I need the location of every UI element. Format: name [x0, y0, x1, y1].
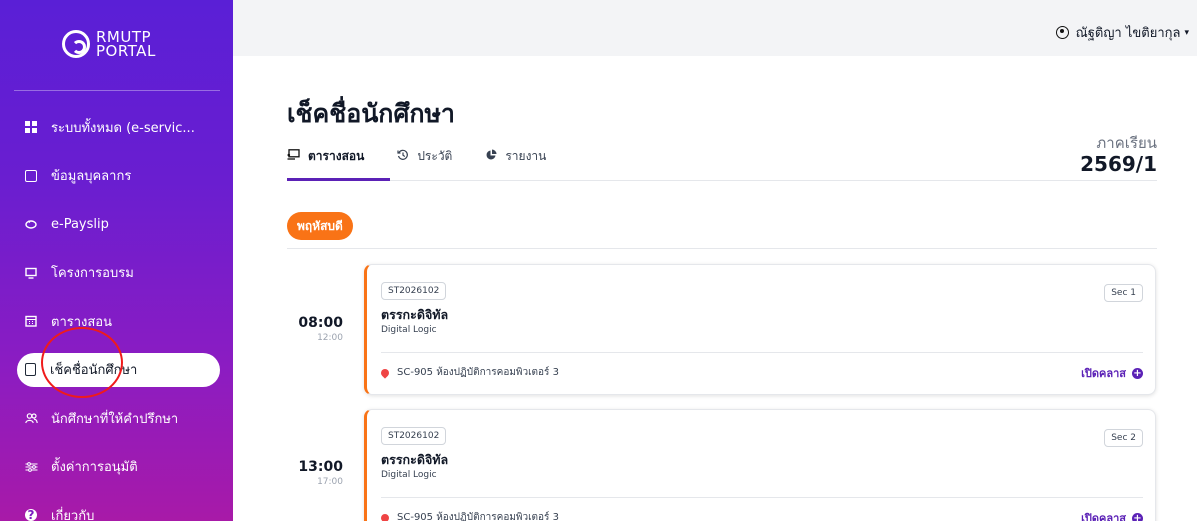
calendar-icon	[25, 315, 37, 327]
section-badge: Sec 2	[1104, 429, 1143, 447]
sidebar-item-label: โครงการอบรม	[51, 266, 134, 282]
session-time: 13:00 17:00	[287, 459, 343, 487]
tab-report[interactable]: รายงาน	[485, 144, 546, 168]
term-value: 2569/1	[1080, 152, 1157, 176]
clipboard-check-icon	[25, 363, 36, 376]
session-start-time: 08:00	[298, 315, 343, 331]
sidebar-item-all-systems[interactable]: ระบบทั้งหมด (e-servic...	[0, 103, 233, 152]
section-badge: Sec 1	[1104, 284, 1143, 302]
sidebar-item-label: นักศึกษาที่ให้คำปรึกษา	[51, 411, 179, 427]
course-code-badge: ST2026102	[381, 282, 447, 300]
pie-chart-icon	[485, 149, 497, 164]
open-class-button[interactable]: เปิดคลาส +	[1081, 509, 1143, 521]
sidebar-item-label: เช็คชื่อนักศึกษา	[50, 363, 138, 378]
course-code-badge: ST2026102	[381, 427, 447, 445]
tab-timetable[interactable]: ตารางสอน	[287, 144, 364, 168]
sidebar-divider	[14, 90, 220, 91]
session-end-time: 17:00	[317, 477, 343, 487]
sidebar-item-label: เกี่ยวกับ	[51, 508, 95, 521]
board-icon	[287, 149, 300, 163]
room-info: SC-905 ห้องปฏิบัติการคอมพิวเตอร์ 3	[379, 510, 559, 521]
top-bar: ณัฐติญา ไขติยากุล ▾	[233, 0, 1197, 56]
open-class-label: เปิดคลาส	[1081, 367, 1126, 380]
logo-swirl-icon	[62, 30, 90, 58]
sidebar: RMUTP PORTAL ระบบทั้งหมด (e-servic... ข้…	[0, 0, 233, 521]
sidebar-item-e-payslip[interactable]: e-Payslip	[0, 200, 233, 249]
tab-history[interactable]: ประวัติ	[397, 144, 452, 168]
session-start-time: 13:00	[298, 459, 343, 475]
sidebar-item-label: ตั้งค่าการอนุมัติ	[51, 460, 138, 476]
sidebar-item-label: ข้อมูลบุคลากร	[51, 169, 132, 185]
sliders-icon	[25, 461, 38, 473]
plus-circle-icon: +	[1132, 512, 1143, 521]
location-pin-icon	[379, 366, 391, 379]
sidebar-item-label: ตารางสอน	[51, 314, 113, 330]
page-title: เช็คชื่อนักศึกษา	[287, 99, 455, 128]
tab-bar: ตารางสอน ประวัติ รายงาน	[287, 144, 579, 168]
room-label: SC-905 ห้องปฏิบัติการคอมพิวเตอร์ 3	[397, 512, 559, 521]
room-label: SC-905 ห้องปฏิบัติการคอมพิวเตอร์ 3	[397, 367, 559, 378]
tab-label: รายงาน	[505, 148, 547, 163]
piggy-bank-icon	[25, 218, 37, 230]
active-tab-indicator	[287, 178, 390, 181]
sidebar-item-student-checkin[interactable]: เช็คชื่อนักศึกษา	[17, 352, 220, 387]
rmutp-portal-logo[interactable]: RMUTP PORTAL	[62, 30, 156, 60]
course-name-en: Digital Logic	[381, 470, 437, 480]
course-name-en: Digital Logic	[381, 325, 437, 335]
user-name: ณัฐติญา ไขติยากุล	[1075, 26, 1181, 41]
day-badge: พฤหัสบดี	[287, 212, 353, 240]
tab-label: ตารางสอน	[308, 148, 365, 163]
sidebar-item-about[interactable]: ? เกี่ยวกับ	[0, 491, 233, 521]
session-time: 08:00 12:00	[287, 315, 343, 343]
users-icon	[25, 412, 38, 424]
history-icon	[397, 149, 409, 164]
sidebar-item-advisees[interactable]: นักศึกษาที่ให้คำปรึกษา	[0, 394, 233, 443]
card-divider	[381, 497, 1143, 498]
session-card: ST2026102 Sec 2 ตรรกะดิจิทัล Digital Log…	[364, 409, 1156, 521]
open-class-button[interactable]: เปิดคลาส +	[1081, 364, 1143, 382]
grid-icon	[25, 121, 37, 134]
sidebar-item-label: ระบบทั้งหมด (e-servic...	[51, 120, 195, 136]
logo-text-line2: PORTAL	[96, 42, 156, 60]
sidebar-item-timetable[interactable]: ตารางสอน	[0, 297, 233, 346]
tab-label: ประวัติ	[417, 148, 453, 163]
day-divider	[287, 248, 1157, 249]
question-circle-icon: ?	[25, 509, 37, 521]
user-menu[interactable]: ณัฐติญา ไขติยากุล ▾	[1055, 22, 1189, 43]
plus-circle-icon: +	[1132, 367, 1143, 379]
course-name-th: ตรรกะดิจิทัล	[381, 452, 449, 467]
session-end-time: 12:00	[317, 333, 343, 343]
sidebar-item-personnel[interactable]: ข้อมูลบุคลากร	[0, 152, 233, 201]
sidebar-item-training[interactable]: โครงการอบรม	[0, 249, 233, 298]
location-pin-icon	[379, 511, 391, 521]
monitor-icon	[25, 267, 37, 279]
room-info: SC-905 ห้องปฏิบัติการคอมพิวเตอร์ 3	[379, 365, 559, 380]
card-divider	[381, 352, 1143, 353]
open-class-label: เปิดคลาส	[1081, 512, 1126, 521]
user-circle-icon	[1055, 26, 1069, 39]
tabs-divider	[287, 180, 1157, 181]
sidebar-item-approval-settings[interactable]: ตั้งค่าการอนุมัติ	[0, 443, 233, 492]
chevron-down-icon: ▾	[1184, 27, 1189, 38]
session-card: ST2026102 Sec 1 ตรรกะดิจิทัล Digital Log…	[364, 264, 1156, 395]
sidebar-nav: ระบบทั้งหมด (e-servic... ข้อมูลบุคลากร e…	[0, 103, 233, 521]
course-name-th: ตรรกะดิจิทัล	[381, 307, 449, 322]
id-card-icon	[25, 169, 37, 182]
sidebar-item-label: e-Payslip	[51, 216, 109, 232]
